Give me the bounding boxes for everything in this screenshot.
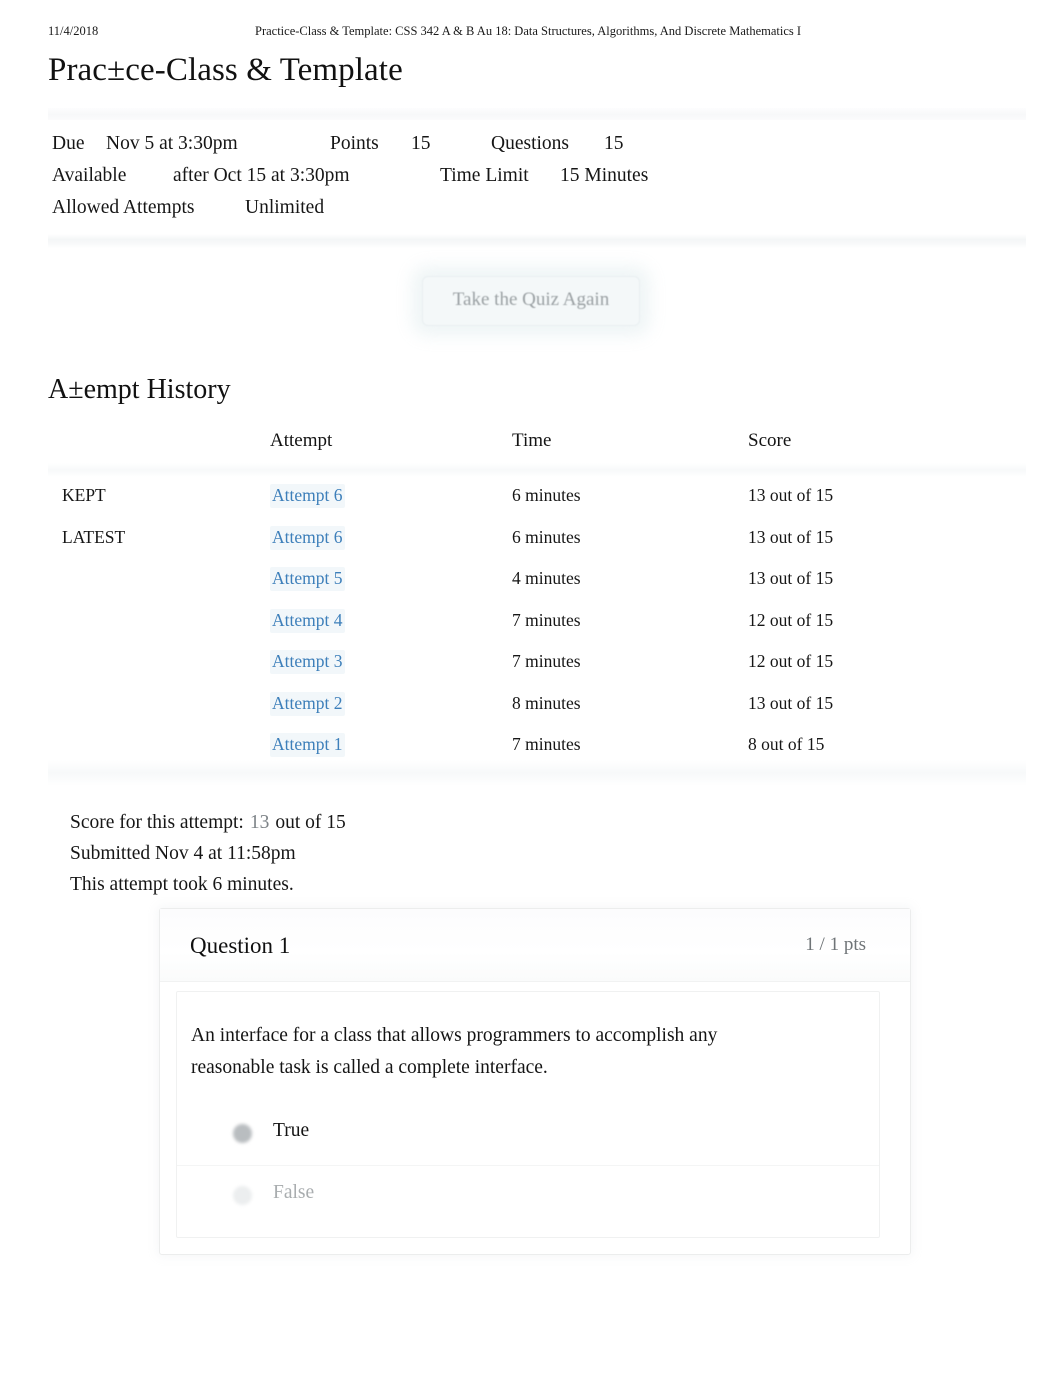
row-score: 13 out of 15 [748,485,834,505]
score-suffix: out of 15 [275,812,346,833]
duration-line: This attempt took 6 minutes. [70,874,294,895]
quiz-results-page: 11/4/2018 Practice-Class & Template: CSS… [0,0,1062,1377]
attempt-link[interactable]: Attempt 5 [270,567,346,591]
attempt-link[interactable]: Attempt 4 [270,608,346,633]
score-summary: Score for this attempt: 13 out of 15 Submi… [70,808,346,901]
row-score: 12 out of 15 [748,651,834,671]
take-quiz-again-button[interactable]: Take the Quiz Again [421,276,641,326]
meta-row-due: Due Nov 5 at 3:30pm Points 15 Questions … [48,128,1026,160]
quiz-metadata: Due Nov 5 at 3:30pm Points 15 Questions … [48,108,1026,248]
points-label: Points [330,133,379,154]
row-kind-label: LATEST [62,526,126,547]
attempt-link[interactable]: Attempt 2 [270,691,346,716]
radio-button-icon[interactable] [233,1124,252,1143]
row-score: 13 out of 15 [748,568,834,588]
question-points: 1 / 1 pts [805,934,866,955]
table-header-row: Attempt Time Score [48,430,1026,463]
score-value: 13 [249,812,270,833]
row-time: 4 minutes [512,568,581,588]
row-score: 12 out of 15 [748,609,834,630]
attempt-history-table: Attempt Time Score KEPT Attempt 6 6 minu… [48,430,1026,786]
page-title: Prac±ce-Class & Template [48,52,403,88]
meta-row-available: Available after Oct 15 at 3:30pm Time Li… [48,160,1026,192]
meta-row-attempts: Allowed Attempts Unlimited [48,192,1026,224]
score-label: Score for this attempt: [70,812,244,833]
time-limit-label: Time Limit [440,165,529,186]
question-text: An interface for a class that allows pro… [191,1025,718,1078]
row-time: 6 minutes [512,485,581,505]
column-header-time: Time [512,430,552,451]
row-time: 6 minutes [512,526,581,547]
answer-option[interactable]: True [177,1104,879,1165]
meta-top-strip [48,108,1026,120]
attempt-link[interactable]: Attempt 6 [270,484,346,508]
attempt-link[interactable]: Attempt 1 [270,733,346,757]
row-time: 8 minutes [512,692,581,713]
questions-label: Questions [491,133,569,154]
available-label: Available [52,165,127,186]
row-time: 7 minutes [512,734,581,754]
radio-button-icon[interactable] [233,1186,252,1205]
table-row: Attempt 2 8 minutes 13 out of 15 [48,691,1026,735]
available-value: after Oct 15 at 3:30pm [173,165,350,186]
table-band [48,463,1026,477]
attempt-link[interactable]: Attempt 3 [270,650,346,674]
table-row: LATEST Attempt 6 6 minutes 13 out of 15 [48,525,1026,569]
question-title: Question 1 [190,933,291,958]
row-time: 7 minutes [512,651,581,671]
table-row: Attempt 3 7 minutes 12 out of 15 [48,650,1026,693]
print-date: 11/4/2018 [48,24,99,38]
points-value: 15 [411,133,431,154]
submitted-line: Submitted Nov 4 at 11:58pm [70,842,296,864]
answer-label: False [273,1182,315,1203]
column-header-attempt: Attempt [270,430,333,451]
question-card: Question 1 1 / 1 pts An interface for a … [159,908,911,1255]
row-score: 13 out of 15 [748,526,834,547]
retake-button-container: Take the Quiz Again [0,276,1062,326]
row-kind-label: KEPT [62,485,106,505]
row-score: 8 out of 15 [748,734,825,754]
table-footer-band [48,760,1026,786]
answer-list: True False [177,1104,879,1227]
row-time: 7 minutes [512,609,581,630]
question-body: An interface for a class that allows pro… [176,991,880,1238]
time-limit-value: 15 Minutes [560,165,649,186]
column-header-score: Score [748,430,792,451]
answer-option[interactable]: False [177,1165,879,1227]
questions-value: 15 [604,133,624,154]
print-header: 11/4/2018 Practice-Class & Template: CSS… [0,24,1062,42]
allowed-attempts-value: Unlimited [245,197,325,218]
table-row: Attempt 5 4 minutes 13 out of 15 [48,567,1026,610]
attempt-history-heading: A±empt History [48,374,231,405]
allowed-attempts-label: Allowed Attempts [52,197,195,218]
meta-divider [48,234,1026,248]
table-row: KEPT Attempt 6 6 minutes 13 out of 15 [48,484,1026,527]
table-row: Attempt 4 7 minutes 12 out of 15 [48,608,1026,652]
row-score: 13 out of 15 [748,692,834,713]
print-document-title: Practice-Class & Template: CSS 342 A & B… [255,24,802,38]
answer-label: True [273,1120,310,1141]
attempt-link[interactable]: Attempt 6 [270,525,346,550]
due-label: Due [52,133,85,154]
due-value: Nov 5 at 3:30pm [106,133,238,154]
question-header: Question 1 1 / 1 pts [160,909,910,982]
score-line: Score for this attempt: 13 out of 15 [70,808,346,839]
